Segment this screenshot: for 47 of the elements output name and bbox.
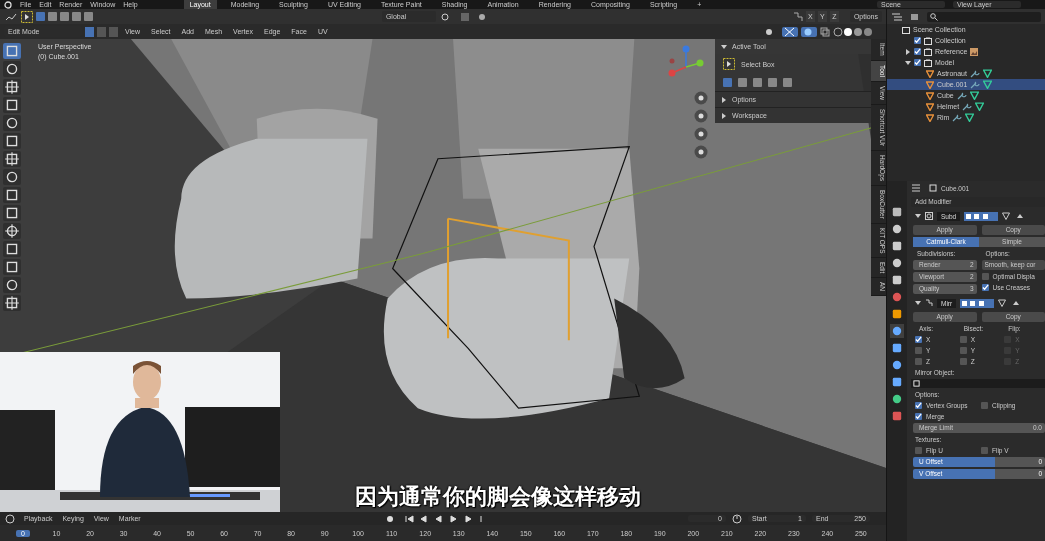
search-icon [930,12,938,21]
visibility-toggles-icon[interactable] [960,298,995,308]
search-field[interactable] [927,11,1041,22]
object-field[interactable] [911,379,1045,388]
collapsed-arrow-icon[interactable] [905,48,911,55]
box-icon [924,47,932,56]
display-mode-icon[interactable] [891,11,905,22]
proportional-icon[interactable] [476,11,487,22]
mirror-icon [925,299,933,307]
checkbox[interactable] [915,447,922,454]
expanded-arrow-icon[interactable] [915,300,921,306]
overlay-icon[interactable] [801,26,817,37]
checkbox[interactable] [915,413,922,420]
stopwatch-icon[interactable] [732,513,742,524]
box-icon [924,58,932,67]
box-icon [902,25,910,34]
select-mode-button[interactable] [85,26,94,37]
circle-square-icon [925,212,933,220]
checkbox[interactable] [914,37,921,44]
expanded-arrow-icon[interactable] [905,59,911,66]
shading-icon[interactable] [833,26,873,37]
checkbox[interactable] [915,358,922,365]
checkbox[interactable] [959,358,967,365]
checkbox[interactable] [959,336,967,343]
visibility-toggles-icon[interactable] [964,211,999,221]
checkbox[interactable] [914,48,921,55]
gizmo-icon[interactable] [782,26,798,37]
checkbox[interactable] [981,273,989,280]
checkbox[interactable] [915,347,922,354]
checkbox[interactable] [981,284,989,291]
checkbox[interactable] [981,402,988,409]
checkbox[interactable] [981,447,988,454]
xray-icon[interactable] [820,26,830,37]
square-icon [929,184,937,192]
checkbox[interactable] [915,336,922,343]
checkbox[interactable] [915,402,922,409]
box-icon [924,36,932,45]
mirror-icon[interactable] [792,11,803,22]
select-tool-icon[interactable] [21,10,33,23]
checkbox[interactable] [959,347,967,354]
expanded-arrow-icon[interactable] [915,213,921,219]
blender-logo-icon[interactable] [4,0,12,9]
image-icon [970,47,979,56]
checkbox[interactable] [914,59,921,66]
editor-type-icon[interactable] [4,11,18,22]
square-icon[interactable] [890,307,904,321]
clock-icon[interactable] [4,513,16,524]
